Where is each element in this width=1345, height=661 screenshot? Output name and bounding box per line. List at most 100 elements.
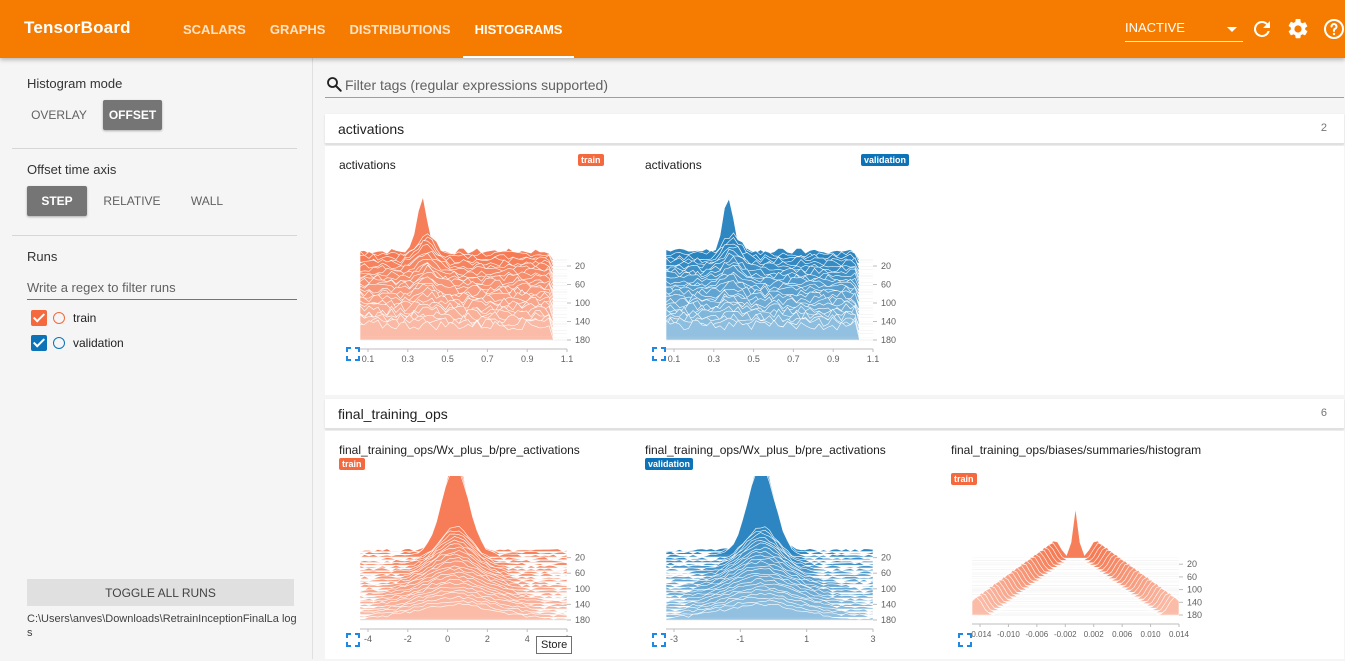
tag-filter-input[interactable]: [345, 74, 1325, 96]
svg-text:-1: -1: [736, 634, 744, 644]
svg-text:-0.010: -0.010: [997, 630, 1020, 639]
histogram-chart[interactable]: 20 60 100 140 180 -3 -1 1 3: [631, 476, 921, 656]
svg-text:60: 60: [575, 280, 585, 290]
refresh-icon[interactable]: [1250, 17, 1274, 41]
svg-text:140: 140: [881, 317, 896, 327]
dashboard-tabs: SCALARS GRAPHS DISTRIBUTIONS HISTOGRAMS: [171, 0, 575, 58]
tab-graphs[interactable]: GRAPHS: [258, 0, 338, 58]
settings-gear-icon[interactable]: [1286, 17, 1310, 41]
svg-text:140: 140: [1187, 597, 1202, 607]
expand-icon[interactable]: [652, 633, 666, 647]
run-validation-checkbox[interactable]: [31, 335, 47, 351]
svg-text:180: 180: [881, 335, 896, 345]
svg-text:180: 180: [575, 615, 590, 625]
run-badge-train: train: [578, 154, 604, 166]
svg-text:20: 20: [881, 261, 891, 271]
histogram-chart[interactable]: 20 60 100 140 180 -0.014 -0.010 -0.006 -0.002 0.0…: [937, 491, 1227, 651]
svg-text:0.7: 0.7: [787, 354, 800, 364]
svg-text:-3: -3: [670, 634, 678, 644]
run-validation-label: validation: [73, 336, 124, 350]
toggle-all-runs-button[interactable]: TOGGLE ALL RUNS: [27, 579, 294, 606]
category-header-activations[interactable]: activations 2: [325, 114, 1344, 144]
histogram-chart[interactable]: 20 60 100 140 180 0.1 0.3 0.5 0.7 0.9 1.1: [325, 176, 615, 376]
svg-text:180: 180: [881, 615, 896, 625]
svg-text:0.9: 0.9: [827, 354, 840, 364]
expand-icon[interactable]: [958, 633, 972, 647]
wall-axis-button[interactable]: WALL: [177, 186, 237, 216]
chevron-down-icon: [1227, 27, 1237, 32]
histogram-card: final_training_ops/biases/summaries/hist…: [937, 431, 1227, 661]
category-header-final-training-ops[interactable]: final_training_ops 6: [325, 399, 1344, 429]
runs-title: Runs: [27, 249, 58, 264]
svg-text:-0.014: -0.014: [969, 630, 992, 639]
svg-text:0.7: 0.7: [481, 354, 494, 364]
svg-text:60: 60: [1187, 572, 1197, 582]
app-title: TensorBoard: [24, 18, 131, 37]
histogram-card: final_training_ops/Wx_plus_b/pre_activat…: [325, 431, 615, 661]
svg-text:2: 2: [485, 634, 490, 644]
svg-text:0.010: 0.010: [1141, 630, 1162, 639]
category-body-final-training-ops: final_training_ops/Wx_plus_b/pre_activat…: [325, 431, 1344, 659]
svg-text:60: 60: [881, 280, 891, 290]
expand-icon[interactable]: [346, 347, 360, 361]
svg-text:1.1: 1.1: [867, 354, 880, 364]
svg-text:100: 100: [575, 584, 590, 594]
expand-icon[interactable]: [346, 633, 360, 647]
reload-status-value: INACTIVE: [1125, 20, 1185, 35]
run-item-train: train: [31, 309, 96, 327]
runs-filter-input[interactable]: [27, 276, 297, 300]
svg-text:0.1: 0.1: [362, 354, 375, 364]
expand-icon[interactable]: [652, 347, 666, 361]
svg-text:1: 1: [804, 634, 809, 644]
relative-axis-button[interactable]: RELATIVE: [97, 186, 167, 216]
run-train-label: train: [73, 311, 97, 325]
category-count: 2: [1320, 122, 1327, 134]
search-icon: [327, 77, 342, 92]
svg-text:20: 20: [881, 553, 891, 563]
histogram-chart[interactable]: 2060100140180-4-20246: [325, 476, 615, 656]
run-item-validation: validation: [31, 334, 124, 352]
offset-time-axis-title: Offset time axis: [27, 162, 117, 177]
divider: [12, 235, 297, 236]
histogram-card: activations train 20 60 100 140 180 0.1 0.3 0.5…: [325, 146, 615, 376]
svg-text:0.002: 0.002: [1084, 630, 1105, 639]
run-badge-train: train: [951, 473, 977, 485]
run-train-checkbox[interactable]: [31, 310, 47, 326]
run-train-color-picker[interactable]: [53, 312, 65, 324]
svg-text:60: 60: [881, 568, 891, 578]
svg-text:0: 0: [445, 634, 450, 644]
svg-text:140: 140: [575, 317, 590, 327]
svg-text:60: 60: [575, 568, 585, 578]
logdir-path: C:\Users\anves\Downloads\RetrainInceptio…: [27, 613, 297, 639]
svg-text:100: 100: [881, 584, 896, 594]
run-badge-validation: validation: [861, 154, 910, 166]
category-name: activations: [338, 121, 405, 137]
help-icon[interactable]: [1322, 17, 1345, 41]
card-title: final_training_ops/biases/summaries/hist…: [951, 443, 1202, 457]
run-validation-color-picker[interactable]: [53, 337, 65, 349]
svg-text:3: 3: [870, 634, 875, 644]
svg-text:20: 20: [1187, 559, 1197, 569]
svg-text:-0.002: -0.002: [1054, 630, 1077, 639]
tab-scalars[interactable]: SCALARS: [171, 0, 258, 58]
svg-text:0.006: 0.006: [1112, 630, 1133, 639]
divider: [12, 148, 297, 149]
tab-histograms[interactable]: HISTOGRAMS: [462, 0, 575, 58]
overlay-mode-button[interactable]: OVERLAY: [27, 100, 91, 130]
histogram-chart[interactable]: 20 60 100 140 180 0.1 0.3 0.5 0.7 0.9 1.1: [631, 176, 921, 376]
svg-text:4: 4: [525, 634, 530, 644]
run-badge-validation: validation: [645, 458, 694, 470]
svg-text:180: 180: [1187, 610, 1202, 620]
offset-mode-button[interactable]: OFFSET: [103, 100, 162, 130]
svg-text:0.5: 0.5: [747, 354, 760, 364]
histogram-card: activations validation 20 60 100 140 180 0.1 0…: [631, 146, 921, 376]
category-count: 6: [1320, 407, 1327, 419]
step-axis-button[interactable]: STEP: [27, 186, 87, 216]
svg-text:1.1: 1.1: [561, 354, 574, 364]
tooltip: Store: [536, 636, 573, 654]
svg-text:100: 100: [881, 298, 896, 308]
reload-status-dropdown[interactable]: INACTIVE: [1125, 18, 1243, 42]
card-title: activations: [339, 158, 396, 172]
category-body-activations: activations train 20 60 100 140 180 0.1 0.3 0.5…: [325, 146, 1344, 395]
tab-distributions[interactable]: DISTRIBUTIONS: [337, 0, 462, 58]
